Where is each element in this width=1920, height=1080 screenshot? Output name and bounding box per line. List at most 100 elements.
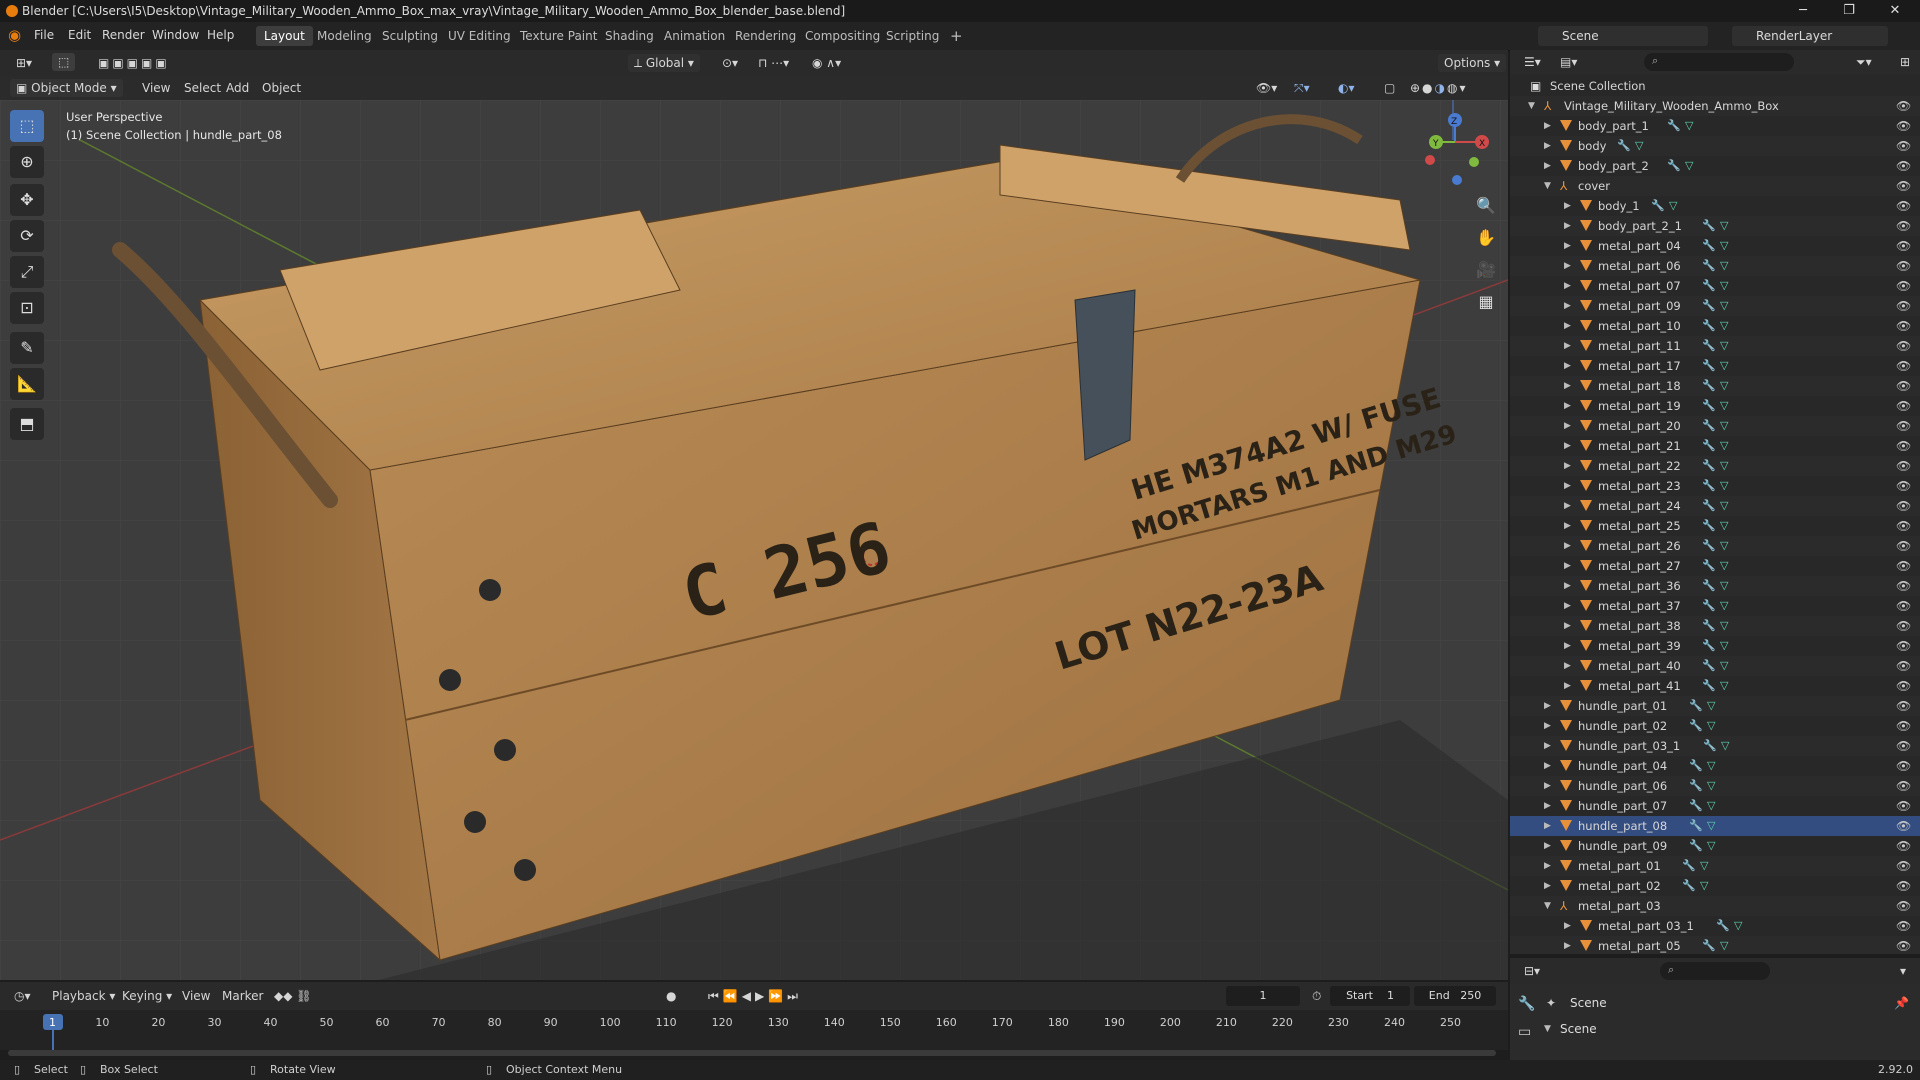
tab-shading[interactable]: Shading [597, 26, 662, 46]
modifier-wrench-icon[interactable]: 🔧 [1702, 936, 1716, 954]
modifier-wrench-icon[interactable]: 🔧 [1702, 296, 1716, 316]
outliner-row[interactable]: ▶ metal_part_23 🔧 ▽ 👁 [1510, 476, 1920, 496]
tab-compositing[interactable]: Compositing [797, 26, 888, 46]
expand-arrow-icon[interactable]: ▶ [1544, 836, 1551, 856]
visibility-icon[interactable]: 👁▾ [1250, 79, 1283, 97]
modifier-wrench-icon[interactable]: 🔧 [1682, 856, 1696, 876]
gizmo-neg-z-ball[interactable] [1452, 175, 1462, 185]
expand-arrow-icon[interactable]: ▶ [1564, 196, 1571, 216]
mesh-data-icon[interactable]: ▽ [1721, 736, 1729, 756]
timeline-scrubber[interactable]: 1 10 20 30 40 50 60 70 80 90 100 110 120 130 140 150 160… [0, 1010, 1508, 1056]
expand-arrow-icon[interactable]: ▶ [1564, 496, 1571, 516]
modifier-wrench-icon[interactable]: 🔧 [1689, 796, 1703, 816]
modifier-wrench-icon[interactable]: 🔧 [1702, 396, 1716, 416]
mesh-data-icon[interactable]: ▽ [1685, 156, 1693, 176]
modifier-wrench-icon[interactable]: 🔧 [1667, 156, 1681, 176]
visibility-eye-icon[interactable]: 👁 [1896, 256, 1911, 276]
visibility-eye-icon[interactable]: 👁 [1896, 496, 1911, 516]
transform-tool-icon[interactable]: ⊡ [10, 292, 44, 324]
expand-arrow-icon[interactable]: ▶ [1564, 416, 1571, 436]
expand-arrow-icon[interactable]: ▶ [1564, 676, 1571, 696]
expand-arrow-icon[interactable]: ▼ [1544, 896, 1551, 916]
modifier-wrench-icon[interactable]: 🔧 [1689, 696, 1703, 716]
selection-mode-icons[interactable]: ▣▣▣▣▣ [92, 54, 176, 72]
record-button[interactable]: ● [660, 987, 682, 1005]
mesh-data-icon[interactable]: ▽ [1707, 836, 1715, 856]
outliner-row[interactable]: ▶ metal_part_40 🔧 ▽ 👁 [1510, 656, 1920, 676]
visibility-eye-icon[interactable]: 👁 [1896, 176, 1911, 196]
viewport-menu-add[interactable]: Add [220, 79, 255, 97]
outliner-row[interactable]: ▶ metal_part_22 🔧 ▽ 👁 [1510, 456, 1920, 476]
overlay-toggle-icon[interactable]: ◐▾ [1332, 79, 1361, 97]
properties-section-label[interactable]: Scene [1560, 1022, 1597, 1036]
modifier-wrench-icon[interactable]: 🔧 [1702, 496, 1716, 516]
visibility-eye-icon[interactable]: 👁 [1896, 476, 1911, 496]
cursor-tool-icon[interactable]: ⊕ [10, 146, 44, 178]
visibility-eye-icon[interactable]: 👁 [1896, 296, 1911, 316]
mesh-data-icon[interactable]: ▽ [1720, 656, 1728, 676]
timeline-editor-type-icon[interactable]: ◷▾ [8, 987, 37, 1005]
mesh-data-icon[interactable]: ▽ [1720, 636, 1728, 656]
modifier-wrench-icon[interactable]: 🔧 [1702, 456, 1716, 476]
tab-modeling[interactable]: Modeling [309, 26, 380, 46]
stopwatch-icon[interactable]: ⏱ [1306, 987, 1327, 1005]
expand-arrow-icon[interactable]: ▶ [1564, 576, 1571, 596]
outliner-row[interactable]: ▶ metal_part_24 🔧 ▽ 👁 [1510, 496, 1920, 516]
visibility-eye-icon[interactable]: 👁 [1896, 596, 1911, 616]
filter-icon[interactable]: ⏷▾ [1850, 53, 1878, 71]
expand-arrow-icon[interactable]: ▶ [1564, 636, 1571, 656]
outliner-row[interactable]: ▶ hundle_part_02 🔧 ▽ 👁 [1510, 716, 1920, 736]
visibility-eye-icon[interactable]: 👁 [1896, 856, 1911, 876]
visibility-eye-icon[interactable]: 👁 [1896, 796, 1911, 816]
mesh-data-icon[interactable]: ▽ [1734, 916, 1742, 936]
menu-help[interactable]: Help [207, 28, 234, 42]
scene-selector[interactable]: Scene [1538, 26, 1708, 46]
tab-sculpting[interactable]: Sculpting [374, 26, 446, 46]
outliner-editor-type-icon[interactable]: ☰▾ [1518, 53, 1547, 71]
modifier-wrench-icon[interactable]: 🔧 [1702, 596, 1716, 616]
expand-arrow-icon[interactable]: ▶ [1564, 916, 1571, 936]
visibility-eye-icon[interactable]: 👁 [1896, 536, 1911, 556]
visibility-eye-icon[interactable]: 👁 [1896, 216, 1911, 236]
viewport-menu-view[interactable]: View [136, 79, 176, 97]
mesh-data-icon[interactable]: ▽ [1720, 476, 1728, 496]
blender-menu-icon[interactable]: ◉ [8, 27, 24, 43]
zoom-icon[interactable]: 🔍 [1472, 192, 1500, 220]
modifier-wrench-icon[interactable]: 🔧 [1702, 636, 1716, 656]
visibility-eye-icon[interactable]: 👁 [1896, 636, 1911, 656]
modifier-wrench-icon[interactable]: 🔧 [1702, 336, 1716, 356]
editor-type-icon[interactable]: ⊞▾ [10, 54, 38, 72]
view-layer-selector[interactable]: RenderLayer [1732, 26, 1888, 46]
visibility-eye-icon[interactable]: 👁 [1896, 276, 1911, 296]
mesh-data-icon[interactable]: ▽ [1720, 316, 1728, 336]
visibility-eye-icon[interactable]: 👁 [1896, 576, 1911, 596]
mesh-data-icon[interactable]: ▽ [1707, 696, 1715, 716]
outliner-row[interactable]: ▶ metal_part_17 🔧 ▽ 👁 [1510, 356, 1920, 376]
outliner-row-scene-collection[interactable]: ▣ Scene Collection [1510, 76, 1920, 96]
visibility-eye-icon[interactable]: 👁 [1896, 396, 1911, 416]
expand-arrow-icon[interactable]: ▶ [1544, 876, 1551, 896]
outliner-row[interactable]: ▶ metal_part_37 🔧 ▽ 👁 [1510, 596, 1920, 616]
tab-animation[interactable]: Animation [656, 26, 733, 46]
3d-viewport[interactable]: C 256 HE M374A2 W/ FUSE MORTARS M1 AND M… [0, 100, 1508, 980]
outliner-row[interactable]: ▶ body_1 🔧 ▽ 👁 [1510, 196, 1920, 216]
modifier-wrench-icon[interactable]: 🔧 [1702, 616, 1716, 636]
modifier-wrench-icon[interactable]: 🔧 [1702, 216, 1716, 236]
modifier-wrench-icon[interactable]: 🔧 [1716, 916, 1730, 936]
gizmo-neg-y-ball[interactable] [1469, 157, 1479, 167]
expand-arrow-icon[interactable]: ▶ [1544, 116, 1551, 136]
mesh-data-icon[interactable]: ▽ [1720, 296, 1728, 316]
modifier-wrench-icon[interactable]: 🔧 [1689, 816, 1703, 836]
visibility-eye-icon[interactable]: 👁 [1896, 156, 1911, 176]
expand-arrow-icon[interactable]: ▶ [1564, 616, 1571, 636]
visibility-eye-icon[interactable]: 👁 [1896, 696, 1911, 716]
visibility-eye-icon[interactable]: 👁 [1896, 876, 1911, 896]
pivot-icon[interactable]: ⊙▾ [716, 54, 744, 72]
expand-arrow-icon[interactable]: ▶ [1564, 376, 1571, 396]
shading-mode-icons[interactable]: ⊕●◑◍▾ [1404, 79, 1474, 97]
tab-layout[interactable]: Layout [256, 26, 313, 46]
menu-window[interactable]: Window [152, 28, 199, 42]
visibility-eye-icon[interactable]: 👁 [1896, 736, 1911, 756]
outliner-row[interactable]: ▶ metal_part_25 🔧 ▽ 👁 [1510, 516, 1920, 536]
tab-uv-editing[interactable]: UV Editing [440, 26, 519, 46]
